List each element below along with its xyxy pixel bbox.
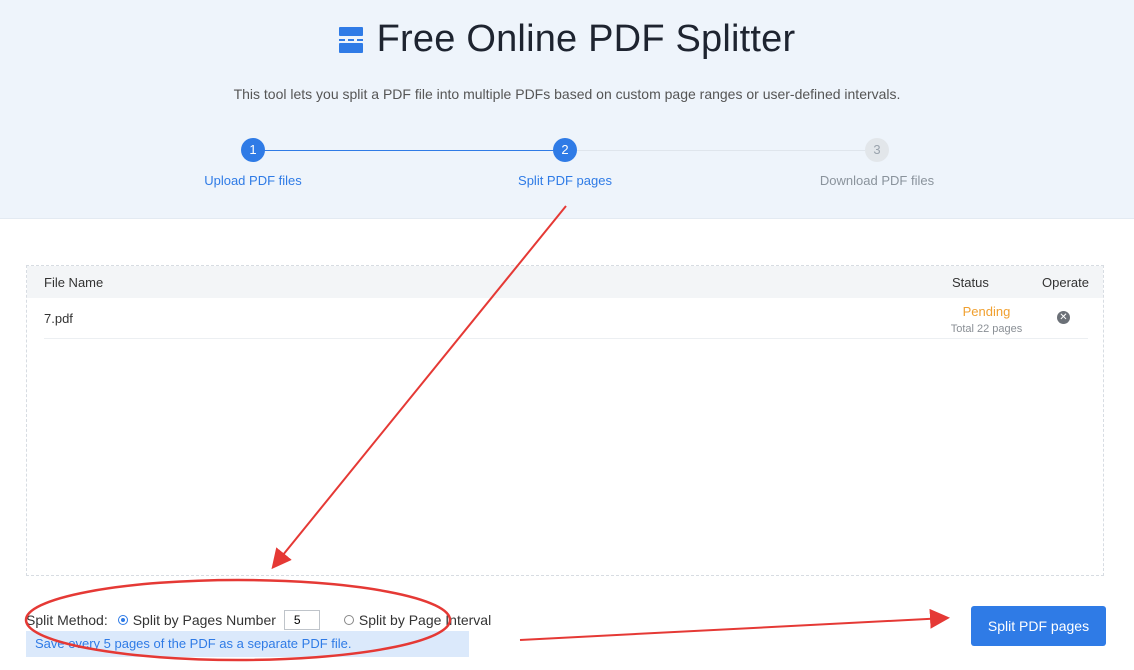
hero-banner: Free Online PDF Splitter This tool lets …: [0, 0, 1134, 219]
progress-steps: 1 Upload PDF files 2 Split PDF pages 3 D…: [0, 138, 1134, 198]
step-number: 2: [553, 138, 577, 162]
option-page-interval-label[interactable]: Split by Page Interval: [359, 612, 491, 628]
split-method-row: Split Method: Split by Pages Number Spli…: [26, 610, 491, 630]
step-download: 3 Download PDF files: [777, 138, 977, 188]
step-label: Download PDF files: [819, 173, 935, 188]
step-number: 1: [241, 138, 265, 162]
step-label: Split PDF pages: [518, 173, 612, 188]
step-upload[interactable]: 1 Upload PDF files: [153, 138, 353, 188]
table-row: 7.pdf Pending Total 22 pages ✕: [44, 298, 1088, 339]
file-status: Pending Total 22 pages: [924, 304, 1049, 335]
title-row: Free Online PDF Splitter: [0, 18, 1134, 61]
split-hint: Save every 5 pages of the PDF as a separ…: [26, 631, 469, 657]
step-label: Upload PDF files: [204, 173, 302, 188]
column-status: Status: [952, 275, 989, 290]
column-operate: Operate: [1042, 275, 1089, 290]
close-circle-icon[interactable]: ✕: [1057, 311, 1070, 324]
annotation-arrow-to-button: [519, 608, 950, 641]
column-file-name: File Name: [44, 275, 104, 290]
step-number: 3: [865, 138, 889, 162]
page-count: Total 22 pages: [950, 323, 1023, 335]
pages-number-input[interactable]: [283, 610, 320, 630]
file-list-panel: File Name Status Operate 7.pdf Pending T…: [26, 265, 1104, 576]
status-badge: Pending: [962, 304, 1011, 319]
page-title: Free Online PDF Splitter: [376, 18, 796, 60]
split-pdf-button[interactable]: Split PDF pages: [971, 606, 1106, 646]
step-split[interactable]: 2 Split PDF pages: [465, 138, 665, 188]
file-name: 7.pdf: [44, 311, 73, 326]
radio-page-interval[interactable]: [343, 615, 354, 625]
option-pages-number-label[interactable]: Split by Pages Number: [133, 612, 276, 628]
split-document-icon: [338, 25, 365, 55]
page-subtitle: This tool lets you split a PDF file into…: [233, 86, 901, 102]
radio-pages-number[interactable]: [117, 615, 128, 625]
file-table-header: File Name Status Operate: [27, 266, 1103, 298]
split-method-label: Split Method:: [26, 612, 108, 628]
